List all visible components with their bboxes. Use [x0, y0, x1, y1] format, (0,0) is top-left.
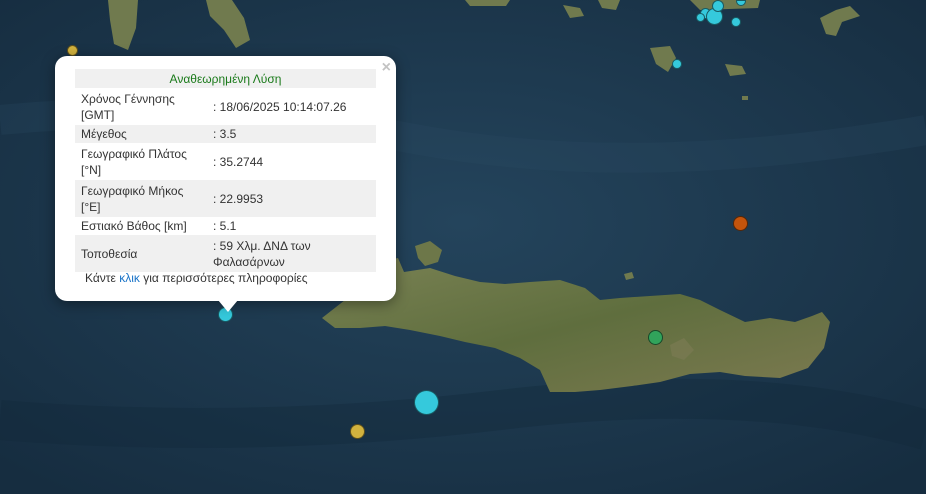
- map-view[interactable]: × Αναθεωρημένη Λύση Χρόνος Γέννησης [GMT…: [0, 0, 926, 494]
- latitude-value: : 35.2744: [213, 154, 264, 169]
- earthquake-marker-cyan[interactable]: [712, 0, 724, 12]
- depth-label: Εστιακό Βάθος [km]: [81, 219, 187, 233]
- location-value: : 59 Χλμ. ΔΝΔ των Φαλασάρνων: [207, 235, 376, 272]
- table-row: Εστιακό Βάθος [km] : 5.1: [75, 217, 376, 235]
- earthquake-info-popup: × Αναθεωρημένη Λύση Χρόνος Γέννησης [GMT…: [55, 56, 396, 312]
- earthquake-marker-cyan[interactable]: [672, 59, 682, 69]
- magnitude-label: Μέγεθος: [75, 125, 207, 143]
- latitude-label: Γεωγραφικό Πλάτος [°N]: [81, 146, 187, 177]
- table-row: Μέγεθος : 3.5: [75, 125, 376, 143]
- more-info-prefix: Κάντε: [85, 271, 116, 285]
- more-info-line: Κάντε κλικ για περισσότερες πληροφορίες: [85, 271, 308, 285]
- popup-title: Αναθεωρημένη Λύση: [75, 69, 376, 88]
- table-row: Χρόνος Γέννησης [GMT] : 18/06/2025 10:14…: [75, 88, 376, 125]
- more-info-link[interactable]: κλικ: [119, 271, 140, 285]
- longitude-value: : 22.9953: [207, 180, 376, 217]
- table-row: Γεωγραφικό Μήκος [°E] : 22.9953: [75, 180, 376, 217]
- table-row: Αναθεωρημένη Λύση: [75, 69, 376, 88]
- earthquake-marker-green[interactable]: [648, 330, 663, 345]
- earthquake-marker-cyan[interactable]: [696, 13, 705, 22]
- longitude-label: Γεωγραφικό Μήκος [°E]: [75, 180, 207, 217]
- origin-time-value: : 18/06/2025 10:14:07.26: [213, 99, 347, 114]
- earthquake-marker-yellow[interactable]: [350, 424, 365, 439]
- depth-value: : 5.1: [213, 219, 237, 233]
- magnitude-value: : 3.5: [207, 125, 376, 143]
- earthquake-marker-cyan-large[interactable]: [414, 390, 439, 415]
- earthquake-marker-cyan[interactable]: [731, 17, 741, 27]
- earthquake-marker-orange[interactable]: [733, 216, 748, 231]
- popup-pointer: [218, 300, 238, 312]
- close-icon[interactable]: ×: [382, 58, 391, 78]
- origin-time-label: Χρόνος Γέννησης [GMT]: [81, 91, 175, 122]
- earthquake-marker-yellow[interactable]: [67, 45, 78, 56]
- table-row: Γεωγραφικό Πλάτος [°N] : 35.2744: [75, 143, 376, 180]
- table-row: Τοποθεσία : 59 Χλμ. ΔΝΔ των Φαλασάρνων: [75, 235, 376, 272]
- more-info-suffix: για περισσότερες πληροφορίες: [143, 271, 308, 285]
- location-label: Τοποθεσία: [75, 235, 207, 272]
- earthquake-details-table: Αναθεωρημένη Λύση Χρόνος Γέννησης [GMT] …: [75, 69, 376, 272]
